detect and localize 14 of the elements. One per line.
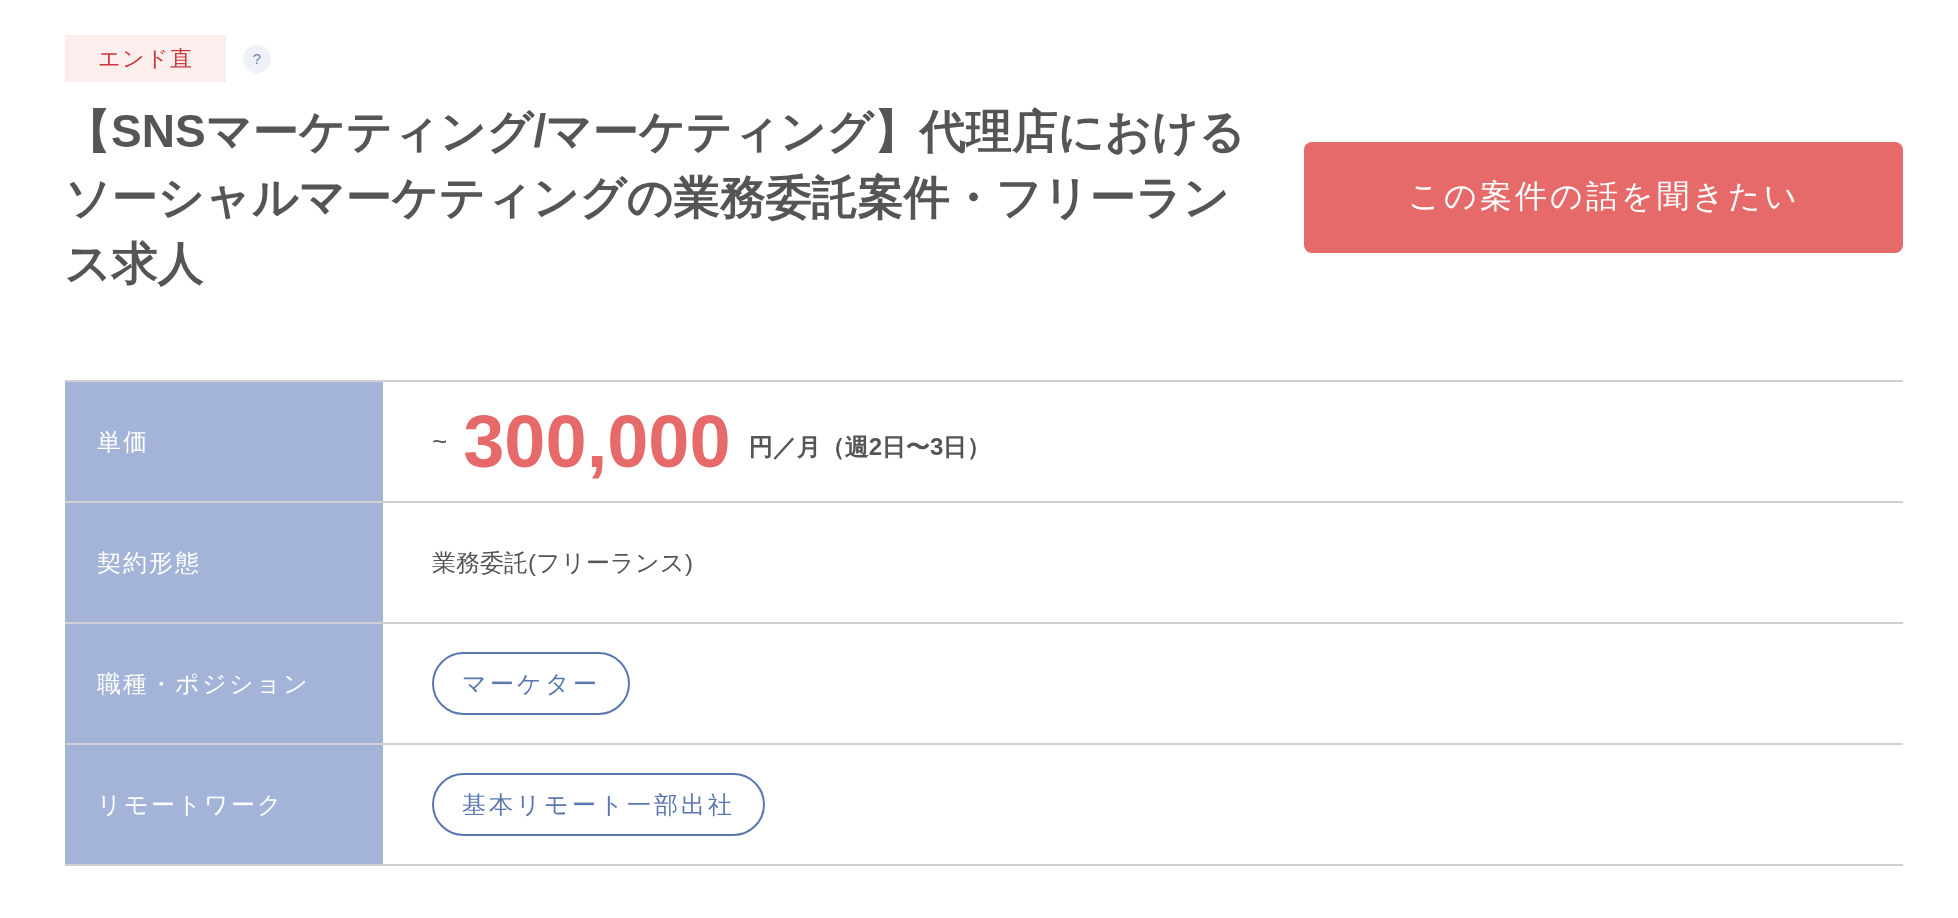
tag-chip: マーケター — [432, 652, 630, 715]
price-prefix: ~ — [432, 426, 448, 457]
tag-chip: 基本リモート一部出社 — [432, 773, 765, 836]
field-label: 職種・ポジション — [65, 624, 383, 743]
field-label: リモートワーク — [65, 745, 383, 864]
price-unit: 円／月（週2日〜3日） — [748, 431, 992, 462]
field-label: 契約形態 — [65, 503, 383, 622]
field-value: 業務委託(フリーランス) — [432, 547, 693, 578]
price-amount: 300,000 — [463, 404, 731, 479]
inquiry-button[interactable]: この案件の話を聞きたい — [1304, 141, 1903, 253]
field-label: 単価 — [65, 382, 383, 501]
job-title: 【SNSマーケティング/マーケティング】代理店におけるソーシャルマーケティングの業務委託案件・フリーランス求人 — [65, 104, 1248, 291]
help-icon[interactable]: ? — [243, 44, 271, 73]
category-badge: エンド直 — [65, 35, 226, 82]
